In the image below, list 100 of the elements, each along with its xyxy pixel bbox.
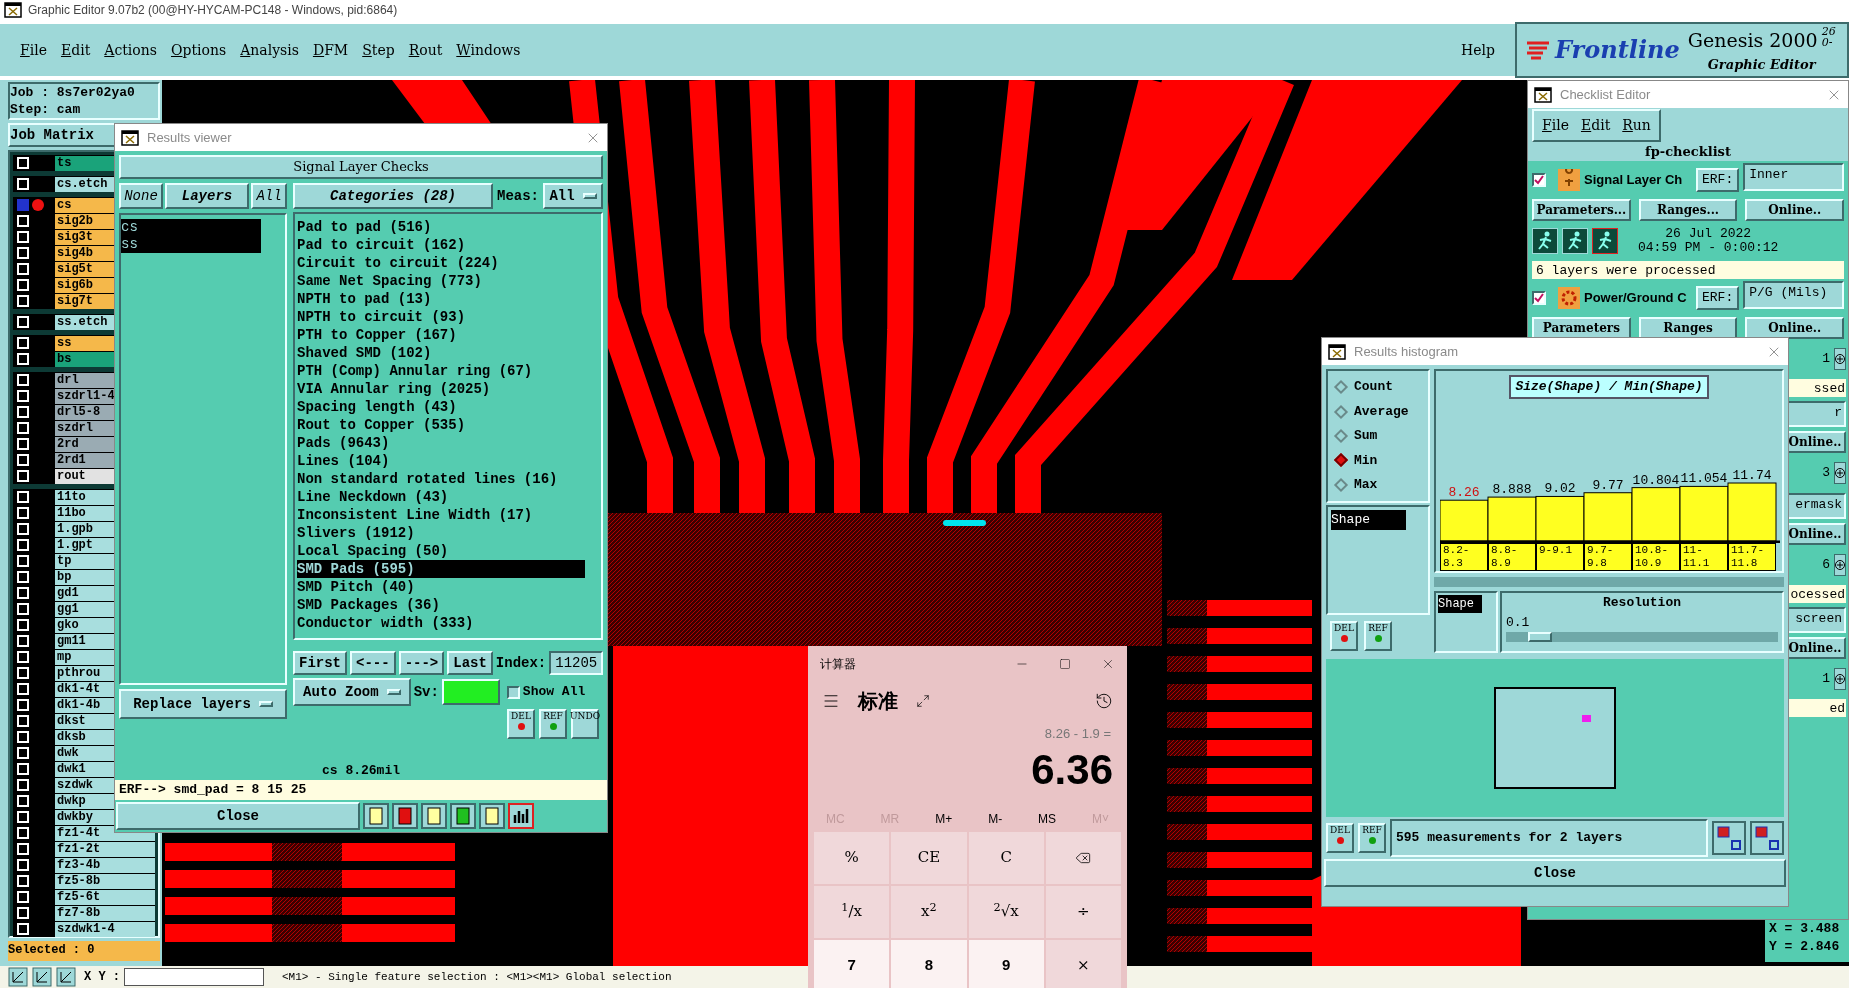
meas-dropdown[interactable]: All bbox=[543, 183, 603, 209]
calculator-key[interactable]: CE bbox=[891, 831, 967, 884]
category-item[interactable]: Pad to pad (516) bbox=[297, 218, 585, 236]
close-button[interactable]: Close bbox=[1324, 859, 1786, 887]
menu-item[interactable]: Edit bbox=[1580, 114, 1611, 136]
delete-button[interactable]: DEL bbox=[507, 709, 535, 739]
category-item[interactable]: PTH to Copper (167) bbox=[297, 326, 585, 344]
chart-export-icon[interactable] bbox=[1712, 821, 1746, 855]
menu-item[interactable]: Analysis bbox=[240, 39, 299, 61]
histogram-bar[interactable] bbox=[1631, 487, 1681, 542]
menu-item[interactable]: File bbox=[20, 39, 47, 61]
refresh-button[interactable]: REF bbox=[1358, 823, 1386, 853]
menu-item[interactable]: Edit bbox=[60, 39, 91, 61]
categories-button[interactable]: Categories (28) bbox=[293, 183, 493, 209]
auto-zoom-dropdown[interactable]: Auto Zoom bbox=[293, 678, 411, 706]
menu-icon[interactable] bbox=[822, 692, 840, 710]
calculator-key[interactable]: × bbox=[1045, 939, 1121, 988]
calculator-key[interactable]: x$^{2}$ bbox=[891, 885, 967, 938]
calculator-key[interactable]: ÷ bbox=[1045, 885, 1121, 938]
layer-name[interactable]: fz7-8b bbox=[55, 905, 155, 921]
layer-name[interactable]: fz5-8b bbox=[55, 873, 155, 889]
horizontal-scrollbar[interactable] bbox=[1434, 577, 1784, 587]
layer-name[interactable]: fz5-6t bbox=[55, 889, 155, 905]
category-item[interactable]: SMD Pitch (40) bbox=[297, 578, 585, 596]
color-selector[interactable] bbox=[441, 679, 500, 705]
check-enable-checkbox[interactable] bbox=[1532, 173, 1546, 187]
navigation-button[interactable]: Last bbox=[447, 651, 493, 675]
running-figure-icon[interactable] bbox=[1592, 228, 1618, 254]
select-tool-icon[interactable] bbox=[56, 967, 76, 987]
histogram-bar[interactable] bbox=[1679, 485, 1729, 542]
category-item[interactable]: NPTH to pad (13) bbox=[297, 290, 585, 308]
bar-chart-icon[interactable] bbox=[508, 803, 534, 829]
menu-item[interactable]: Run bbox=[1622, 114, 1651, 136]
close-icon[interactable] bbox=[1101, 657, 1115, 671]
maximize-icon[interactable] bbox=[1059, 658, 1071, 670]
layer-name[interactable]: szdwk1-4 bbox=[55, 921, 155, 937]
resolution-slider[interactable] bbox=[1506, 632, 1778, 642]
menu-item[interactable]: Windows bbox=[456, 39, 521, 61]
menu-item[interactable]: DFM bbox=[312, 39, 349, 61]
histogram-bar[interactable] bbox=[1727, 482, 1777, 542]
field-item[interactable]: Shape bbox=[1331, 510, 1406, 530]
menu-item[interactable]: Rout bbox=[408, 39, 443, 61]
histogram-bar[interactable] bbox=[1440, 499, 1489, 542]
add-icon[interactable] bbox=[1834, 348, 1846, 370]
refresh-button[interactable]: REF bbox=[539, 709, 567, 739]
document-icon[interactable] bbox=[479, 803, 505, 829]
category-item[interactable]: Pad to circuit (162) bbox=[297, 236, 585, 254]
show-all-checkbox[interactable] bbox=[506, 685, 520, 699]
field-item[interactable]: Shape bbox=[1438, 595, 1482, 613]
category-item[interactable]: Lines (104) bbox=[297, 452, 585, 470]
category-item[interactable]: SMD Pads (595) bbox=[297, 560, 585, 578]
keep-on-top-icon[interactable] bbox=[916, 694, 930, 708]
memory-button[interactable]: M- bbox=[988, 809, 1003, 828]
navigation-button[interactable]: <--- bbox=[350, 651, 396, 675]
add-icon[interactable] bbox=[1834, 668, 1846, 690]
add-icon[interactable] bbox=[1834, 462, 1846, 484]
category-item[interactable]: Non standard rotated lines (16) bbox=[297, 470, 585, 488]
calculator-key[interactable]: % bbox=[814, 831, 890, 884]
erf-field[interactable]: P/G (Mils) bbox=[1743, 281, 1844, 309]
category-item[interactable]: Shaved SMD (102) bbox=[297, 344, 585, 362]
check-option-button[interactable]: Parameters... bbox=[1532, 199, 1631, 221]
undo-button[interactable]: UNDO bbox=[571, 709, 599, 739]
memory-button[interactable]: M+ bbox=[935, 809, 953, 828]
category-item[interactable]: Pads (9643) bbox=[297, 434, 585, 452]
menu-item[interactable]: Options bbox=[171, 39, 227, 61]
menu-item[interactable]: Actions bbox=[104, 39, 157, 61]
histogram-bar[interactable] bbox=[1583, 492, 1633, 542]
histogram-bar[interactable] bbox=[1535, 495, 1585, 542]
delete-button[interactable]: DEL bbox=[1330, 621, 1358, 651]
memory-button[interactable]: MS bbox=[1038, 809, 1057, 828]
menu-item[interactable]: Step bbox=[362, 39, 395, 61]
add-icon[interactable] bbox=[1834, 554, 1846, 576]
select-tool-icon[interactable] bbox=[32, 967, 52, 987]
category-item[interactable]: Spacing length (43) bbox=[297, 398, 585, 416]
layer-checkbox[interactable] bbox=[17, 199, 29, 211]
check-enable-checkbox[interactable] bbox=[1532, 291, 1546, 305]
calculator-key[interactable]: $^{1}$/x bbox=[814, 885, 890, 938]
xy-input-field[interactable] bbox=[124, 968, 264, 986]
history-icon[interactable] bbox=[1095, 692, 1113, 710]
layer-name[interactable]: fz1-2t bbox=[55, 841, 155, 857]
all-button[interactable]: All bbox=[251, 183, 287, 209]
category-item[interactable]: Rout to Copper (535) bbox=[297, 416, 585, 434]
check-option-button[interactable]: Ranges bbox=[1638, 317, 1738, 339]
category-item[interactable]: Conductor width (333) bbox=[297, 614, 585, 632]
layer-result-item[interactable]: ss bbox=[121, 236, 261, 253]
index-field[interactable]: 11205 bbox=[549, 651, 603, 675]
close-button[interactable]: Close bbox=[116, 802, 360, 830]
layer-name[interactable]: fz3-4b bbox=[55, 857, 155, 873]
delete-button[interactable]: DEL bbox=[1326, 823, 1354, 853]
calculator-key[interactable]: $^{2}$√x bbox=[968, 885, 1044, 938]
category-item[interactable]: NPTH to circuit (93) bbox=[297, 308, 585, 326]
check-option-button[interactable]: Online.. bbox=[1745, 317, 1844, 339]
slider-thumb[interactable] bbox=[1527, 632, 1552, 642]
navigation-button[interactable]: ---> bbox=[398, 651, 445, 675]
menu-item[interactable]: File bbox=[1542, 114, 1569, 136]
erf-field[interactable]: Inner bbox=[1743, 163, 1844, 191]
check-option-button[interactable]: Parameters bbox=[1532, 317, 1631, 339]
category-item[interactable]: Line Neckdown (43) bbox=[297, 488, 585, 506]
select-tool-icon[interactable] bbox=[8, 967, 28, 987]
menu-item[interactable]: Help bbox=[1461, 39, 1495, 61]
